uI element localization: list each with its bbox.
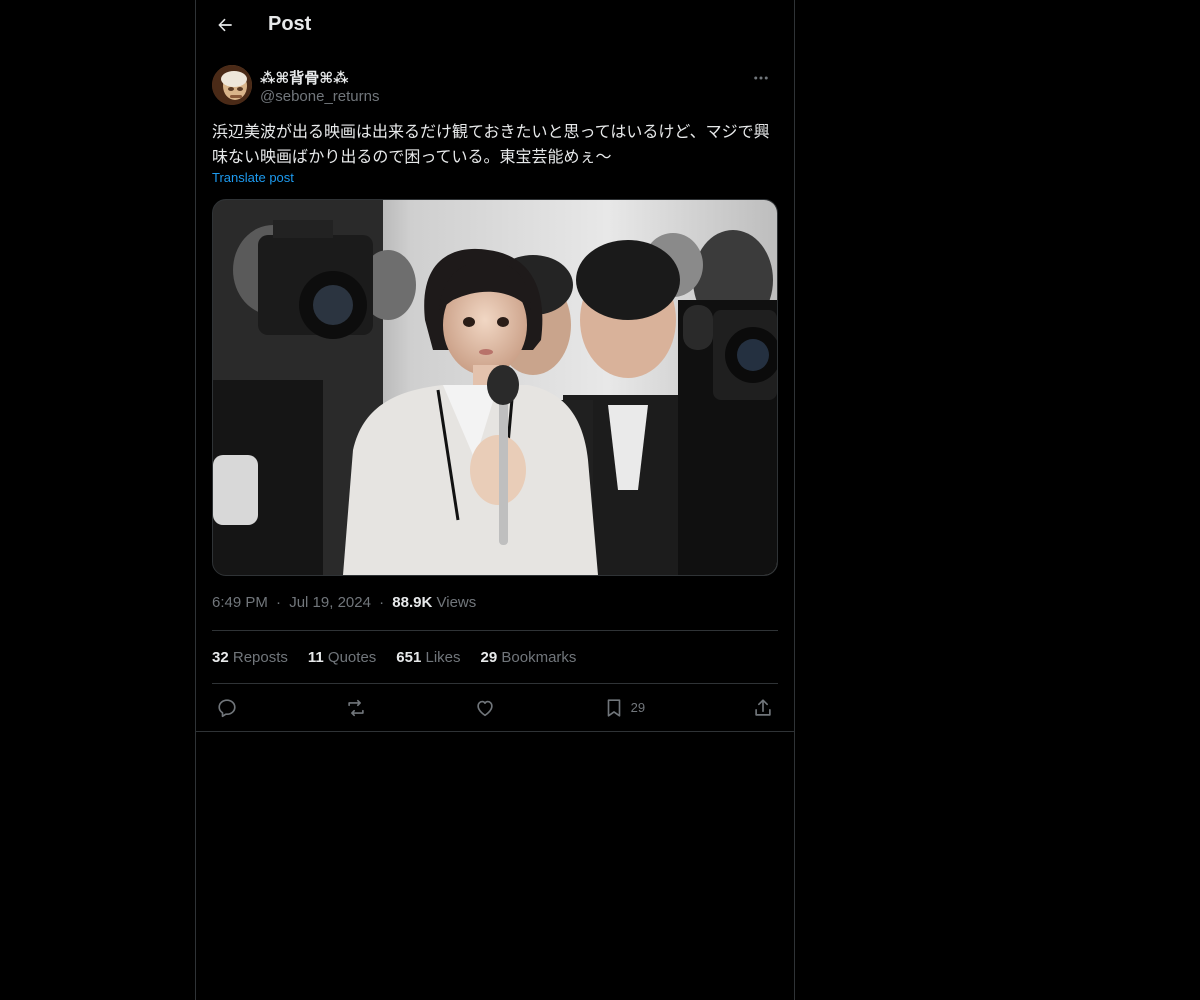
- tweet-bottom-border: [196, 731, 794, 732]
- tweet-date[interactable]: Jul 19, 2024: [289, 594, 371, 611]
- translate-post-link[interactable]: Translate post: [212, 170, 294, 185]
- meta-separator: ·: [276, 594, 282, 611]
- views-label: Views: [436, 594, 477, 611]
- main-column: Post ⁂⌘背骨⌘⁂ @sebone_returns 浜辺美波が出る映画は出来…: [195, 0, 795, 1000]
- quotes-count: 11: [307, 648, 324, 666]
- tweet-media-image[interactable]: [212, 199, 778, 576]
- avatar[interactable]: [212, 65, 252, 105]
- tweet: ⁂⌘背骨⌘⁂ @sebone_returns 浜辺美波が出る映画は出来るだけ観て…: [196, 65, 794, 731]
- more-options-button[interactable]: [744, 65, 778, 95]
- likes-count: 651: [396, 648, 422, 666]
- repost-button[interactable]: [345, 697, 367, 719]
- tweet-stats: 32 Reposts 11 Quotes 651 Likes 29 Bookma…: [212, 631, 778, 683]
- heart-icon: [474, 697, 496, 719]
- share-button[interactable]: [752, 697, 774, 719]
- tweet-time[interactable]: 6:49 PM: [212, 594, 268, 611]
- tweet-meta: 6:49 PM · Jul 19, 2024 · 88.9K Views: [212, 594, 778, 614]
- author-display-name[interactable]: ⁂⌘背骨⌘⁂: [260, 67, 349, 88]
- tweet-text: 浜辺美波が出る映画は出来るだけ観ておきたいと思ってはいるけど、マジで興味ない映画…: [212, 122, 770, 166]
- press-conference-photo: [213, 200, 777, 575]
- bookmarks-count: 29: [480, 648, 498, 666]
- bookmark-button[interactable]: 29: [603, 697, 645, 719]
- author-handle[interactable]: @sebone_returns: [260, 88, 379, 105]
- arrow-left-icon: [215, 15, 235, 40]
- reposts-stat[interactable]: 32 Reposts: [212, 649, 288, 666]
- back-button[interactable]: [208, 10, 242, 44]
- views-count: 88.9K: [392, 594, 433, 611]
- quotes-stat[interactable]: 11 Quotes: [308, 649, 376, 666]
- bookmark-count: 29: [630, 700, 646, 715]
- page-title: Post: [268, 13, 312, 35]
- author-row: ⁂⌘背骨⌘⁂ @sebone_returns: [212, 65, 778, 113]
- likes-stat[interactable]: 651 Likes: [396, 649, 460, 666]
- likes-label: Likes: [425, 648, 461, 666]
- tweet-actions: 29: [212, 684, 778, 731]
- avatar-image: [212, 65, 252, 105]
- reposts-label: Reposts: [232, 648, 288, 666]
- share-icon: [752, 697, 774, 719]
- reply-button[interactable]: [216, 697, 238, 719]
- bookmark-icon: [603, 697, 625, 719]
- quotes-label: Quotes: [327, 648, 377, 666]
- top-bar: Post: [196, 0, 794, 53]
- more-horizontal-icon: [752, 69, 770, 92]
- reposts-count: 32: [212, 648, 229, 666]
- repost-icon: [345, 697, 367, 719]
- meta-separator: ·: [379, 594, 385, 611]
- bookmarks-stat[interactable]: 29 Bookmarks: [481, 649, 577, 666]
- reply-icon: [216, 697, 238, 719]
- bookmarks-label: Bookmarks: [501, 648, 577, 666]
- like-button[interactable]: [474, 697, 496, 719]
